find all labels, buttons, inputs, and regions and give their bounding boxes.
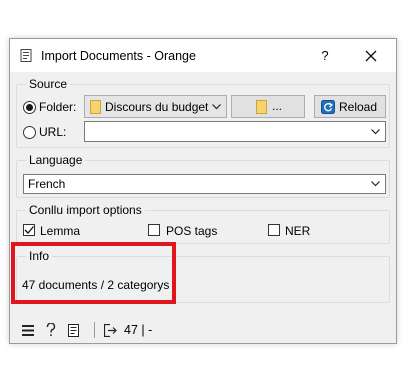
ner-checkbox[interactable] xyxy=(268,224,280,236)
conllu-options-group: Conllu import options Lemma POS tags NER xyxy=(16,203,390,244)
title-bar: Import Documents - Orange ? xyxy=(10,39,396,72)
conllu-legend: Conllu import options xyxy=(26,203,145,217)
close-icon[interactable] xyxy=(354,43,388,69)
source-legend: Source xyxy=(26,77,71,91)
language-selected: French xyxy=(28,177,66,191)
folder-icon xyxy=(256,100,267,114)
import-documents-window: Import Documents - Orange ? Source Folde… xyxy=(9,38,397,344)
document-icon xyxy=(20,49,32,62)
browse-label: ... xyxy=(272,99,283,113)
status-divider xyxy=(94,322,95,338)
window-title: Import Documents - Orange xyxy=(41,49,196,63)
info-group: Info 47 documents / 2 categorys xyxy=(16,249,390,303)
status-bar: 47 | - xyxy=(10,317,396,343)
folder-selected: Discours du budget xyxy=(105,100,209,114)
checkmark-icon xyxy=(24,226,34,234)
language-legend: Language xyxy=(26,153,86,167)
browse-button[interactable]: ... xyxy=(231,95,305,118)
chevron-down-icon xyxy=(371,128,380,134)
url-label: URL: xyxy=(39,125,67,139)
lemma-checkbox[interactable] xyxy=(23,224,35,236)
help-button[interactable]: ? xyxy=(310,45,340,67)
info-legend: Info xyxy=(26,249,53,263)
chevron-down-icon xyxy=(371,181,380,187)
chevron-down-icon xyxy=(212,103,221,109)
hamburger-icon[interactable] xyxy=(22,325,34,336)
folder-combo[interactable]: Discours du budget xyxy=(84,95,227,118)
source-group: Source Folder: Discours du budget ... Re… xyxy=(16,77,390,148)
language-group: Language French xyxy=(16,153,390,198)
language-combo[interactable]: French xyxy=(23,174,386,194)
url-combo[interactable] xyxy=(84,121,386,142)
lemma-label: Lemma xyxy=(40,224,81,238)
info-text: 47 documents / 2 categorys xyxy=(22,278,170,292)
pos-tags-checkbox[interactable] xyxy=(148,224,160,236)
folder-icon xyxy=(90,100,101,114)
ner-label: NER xyxy=(285,224,311,238)
output-arrow-icon xyxy=(104,324,117,337)
folder-label: Folder: xyxy=(39,100,77,114)
output-count: 47 | - xyxy=(124,323,153,337)
reload-label: Reload xyxy=(339,100,378,114)
pos-tags-label: POS tags xyxy=(166,224,218,238)
reload-button[interactable]: Reload xyxy=(314,95,386,118)
report-icon[interactable] xyxy=(68,324,79,337)
reload-icon xyxy=(321,100,335,114)
url-radio[interactable] xyxy=(23,126,36,139)
question-icon[interactable] xyxy=(46,323,56,337)
folder-radio[interactable] xyxy=(23,101,36,114)
